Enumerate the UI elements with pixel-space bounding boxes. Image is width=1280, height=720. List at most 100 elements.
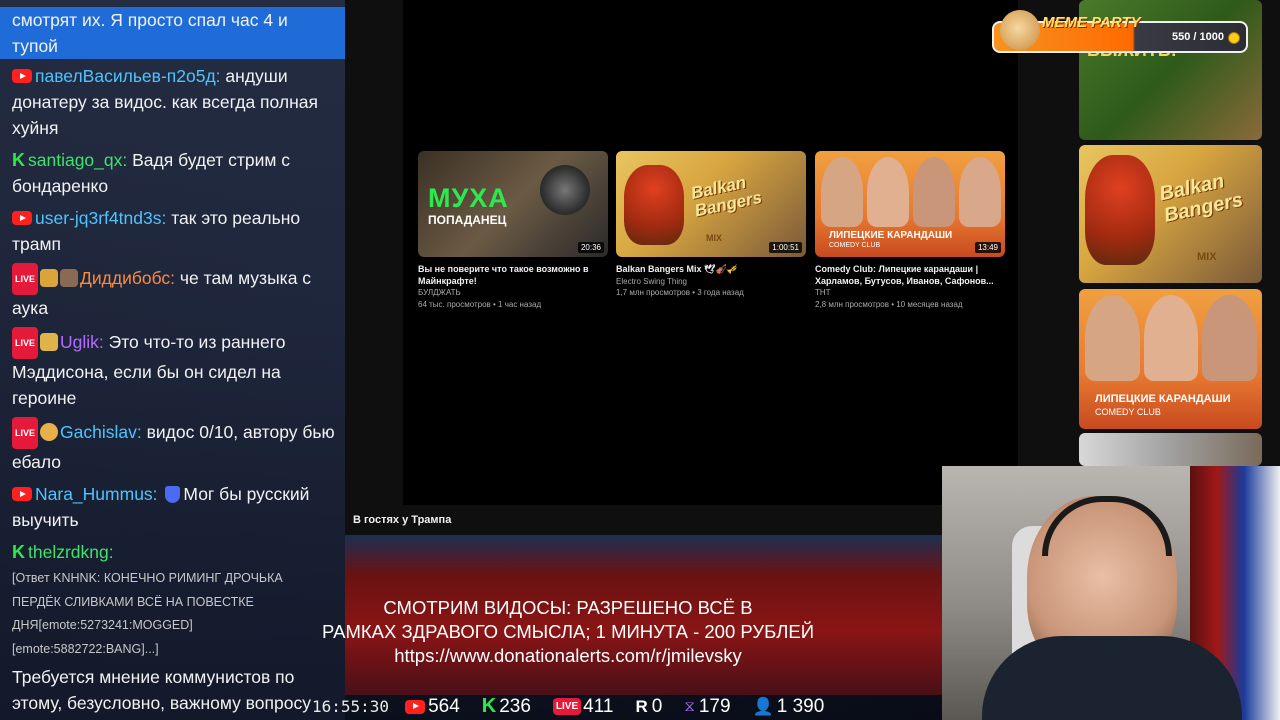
user-icon: 👤 <box>752 696 774 716</box>
thumbnail-title: МУХА <box>428 183 509 213</box>
suggestion-subtitle: MIX <box>1197 251 1217 263</box>
rumble-viewers: R0 <box>635 696 662 718</box>
youtube-icon <box>405 699 426 714</box>
chat-username[interactable]: Nara_Hummus: <box>35 484 158 504</box>
youtube-viewers: 564 <box>405 696 460 718</box>
video-thumbnail[interactable]: МУХА ПОПАДАНЕЦ 20:36 <box>418 151 608 257</box>
chat-message: Nara_Hummus: Мог бы русский выучить <box>0 481 345 533</box>
video-title[interactable]: Balkan Bangers Mix 🕊🎻🎺 <box>616 264 806 276</box>
video-thumbnail[interactable]: Balkan Bangers MIX 1:00:51 <box>616 151 806 257</box>
player-title: В гостях у Трампа <box>353 514 452 526</box>
badge-icon <box>40 423 59 441</box>
duration-badge: 13:49 <box>974 242 1001 253</box>
suggestion-title: Balkan Bangers <box>1157 170 1245 227</box>
banner-text: СМОТРИМ ВИДОСЫ: РАЗРЕШЕНО ВСЁ В РАМКАХ З… <box>288 596 848 668</box>
suggestion-thumbnail[interactable] <box>1079 433 1262 466</box>
video-browser: МУХА ПОПАДАНЕЦ 20:36 Вы не поверите что … <box>345 0 1020 535</box>
other-count: 179 <box>698 695 731 717</box>
live-icon: LIVE <box>12 263 39 295</box>
chat-message: LIVE Gachislav: видос 0/10, автору бью еб… <box>0 417 345 475</box>
chat-message: Kthelzrdkng: <box>0 539 345 565</box>
viewer-status-bar: 16:55:30 564 K 236 LIVE 411 R0 ⧖ 179 👤 1 390 <box>300 693 942 720</box>
chat-username[interactable]: Диддибобс: <box>80 268 175 288</box>
rumble-icon: R <box>635 696 648 716</box>
doge-icon <box>1000 10 1040 50</box>
video-title[interactable]: Вы не поверите что такое возможно в Майн… <box>418 264 608 287</box>
suggestions-sidebar: ВЫЖИТЬ! Balkan Bangers MIX ЛИПЕЦКИЕ КАРА… <box>1020 0 1280 466</box>
kick-viewers: K 236 <box>482 695 531 718</box>
meme-party-count: 550 / 1000 <box>1172 31 1224 43</box>
video-meta: 64 тыс. просмотров • 1 час назад <box>418 299 542 309</box>
webcam-feed <box>942 466 1280 720</box>
video-thumbnail[interactable]: ЛИПЕЦКИЕ КАРАНДАШИ COMEDY CLUB 13:49 <box>815 151 1005 257</box>
chat-message: смотрят их. Я просто спал час 4 и тупой <box>0 7 345 59</box>
video-player[interactable]: МУХА ПОПАДАНЕЦ 20:36 Вы не поверите что … <box>403 0 1018 505</box>
chat-username[interactable]: santiago_qx: <box>28 150 127 170</box>
suggestion-title: ЛИПЕЦКИЕ КАРАНДАШИ <box>1095 393 1231 405</box>
chat-message: LIVE Uglik: Это что-то из раннего Мэддисо… <box>0 327 345 411</box>
banner-link[interactable]: https://www.donationalerts.com/r/jmilevs… <box>288 644 848 668</box>
chat-username[interactable]: thelzrdkng: <box>28 542 114 562</box>
people-image <box>821 157 1001 227</box>
video-card[interactable]: ЛИПЕЦКИЕ КАРАНДАШИ COMEDY CLUB 13:49 Com… <box>815 151 1005 310</box>
video-channel[interactable]: Electro Swing Thing <box>616 276 806 288</box>
chat-message: павелВасильев-п2о5д: андуши донатеру за … <box>0 63 345 141</box>
video-channel[interactable]: ТНТ <box>815 287 1005 299</box>
chat-username[interactable]: Gachislav: <box>60 422 142 442</box>
live-icon: LIVE <box>12 327 39 359</box>
rooster-image <box>1085 155 1155 265</box>
streamer-body <box>982 636 1242 720</box>
duration-badge: 20:36 <box>577 242 604 253</box>
kick-icon: K <box>481 695 497 717</box>
suggestion-thumbnail[interactable]: ЛИПЕЦКИЕ КАРАНДАШИ COMEDY CLUB <box>1079 289 1262 429</box>
other-viewers: ⧖ 179 <box>684 696 730 718</box>
chat-username[interactable]: Uglik: <box>60 332 104 352</box>
chat-message: LIVE Диддибобс: че там музыка с аука <box>0 263 345 321</box>
video-meta: 1,7 млн просмотров • 3 года назад <box>616 288 744 297</box>
thumbnail-subtitle: ПОПАДАНЕЦ <box>428 213 507 227</box>
live-count: 411 <box>583 695 614 717</box>
youtube-icon <box>12 487 32 501</box>
coin-icon <box>1228 32 1240 44</box>
avatar-badge-icon <box>60 269 79 287</box>
video-meta: 2,8 млн просмотров • 10 месяцев назад <box>815 299 963 309</box>
kick-icon: K <box>12 542 25 562</box>
duration-badge: 1:00:51 <box>769 242 802 253</box>
rumble-count: 0 <box>651 695 663 717</box>
clock: 16:55:30 <box>312 697 390 716</box>
live-icon: LIVE <box>552 698 582 715</box>
youtube-count: 564 <box>428 695 460 717</box>
chat-message-text: Требуется мнение коммунистов по этому, б… <box>12 667 311 713</box>
total-viewers: 👤 1 390 <box>753 696 825 718</box>
live-icon: LIVE <box>12 417 39 449</box>
total-count: 1 390 <box>776 695 825 717</box>
kick-icon: K <box>12 150 25 170</box>
platform-icon: ⧖ <box>684 698 695 715</box>
live-viewers: LIVE 411 <box>552 695 614 718</box>
video-card[interactable]: МУХА ПОПАДАНЕЦ 20:36 Вы не поверите что … <box>418 151 608 310</box>
youtube-icon <box>12 211 32 225</box>
video-channel[interactable]: БУЛДЖАТЬ <box>418 287 608 299</box>
chat-username[interactable]: павелВасильев-п2о5д: <box>35 66 221 86</box>
chat-message: Требуется мнение коммунистов по этому, б… <box>0 664 345 716</box>
chat-username[interactable]: user-jq3rf4tnd3s: <box>35 208 166 228</box>
fly-image <box>540 165 590 215</box>
reply-line: [Ответ KNHNK: КОНЕЧНО РИМИНГ ДРОЧЬКА <box>12 571 283 585</box>
thumbnail-title: ЛИПЕЦКИЕ КАРАНДАШИ <box>829 230 953 241</box>
suggestion-thumbnail[interactable]: Balkan Bangers MIX <box>1079 145 1262 283</box>
badge-icon <box>40 333 59 351</box>
stream-overlay: смотрят их. Я просто спал час 4 и тупой … <box>0 0 1280 720</box>
thumbnail-subtitle: MIX <box>706 233 723 243</box>
shield-icon <box>165 486 181 503</box>
meme-party-title: MEME PARTY <box>1042 14 1141 31</box>
video-card[interactable]: Balkan Bangers MIX 1:00:51 Balkan Banger… <box>616 151 806 299</box>
rooster-image <box>624 165 684 245</box>
thumbnail-title: Balkan Bangers <box>689 172 764 221</box>
video-title[interactable]: Comedy Club: Липецкие карандаши | Харлам… <box>815 264 1005 287</box>
chat-message: Ksantiago_qx: Вадя будет стрим с бондаре… <box>0 147 345 199</box>
banner-line: СМОТРИМ ВИДОСЫ: РАЗРЕШЕНО ВСЁ В <box>383 597 753 618</box>
chat-message-text: смотрят их. Я просто спал час 4 и тупой <box>12 10 288 56</box>
youtube-icon <box>12 69 32 83</box>
meme-party-widget: MEME PARTY 550 / 1000 <box>992 10 1248 53</box>
chat-message: user-jq3rf4tnd3s: так это реально трамп <box>0 205 345 257</box>
